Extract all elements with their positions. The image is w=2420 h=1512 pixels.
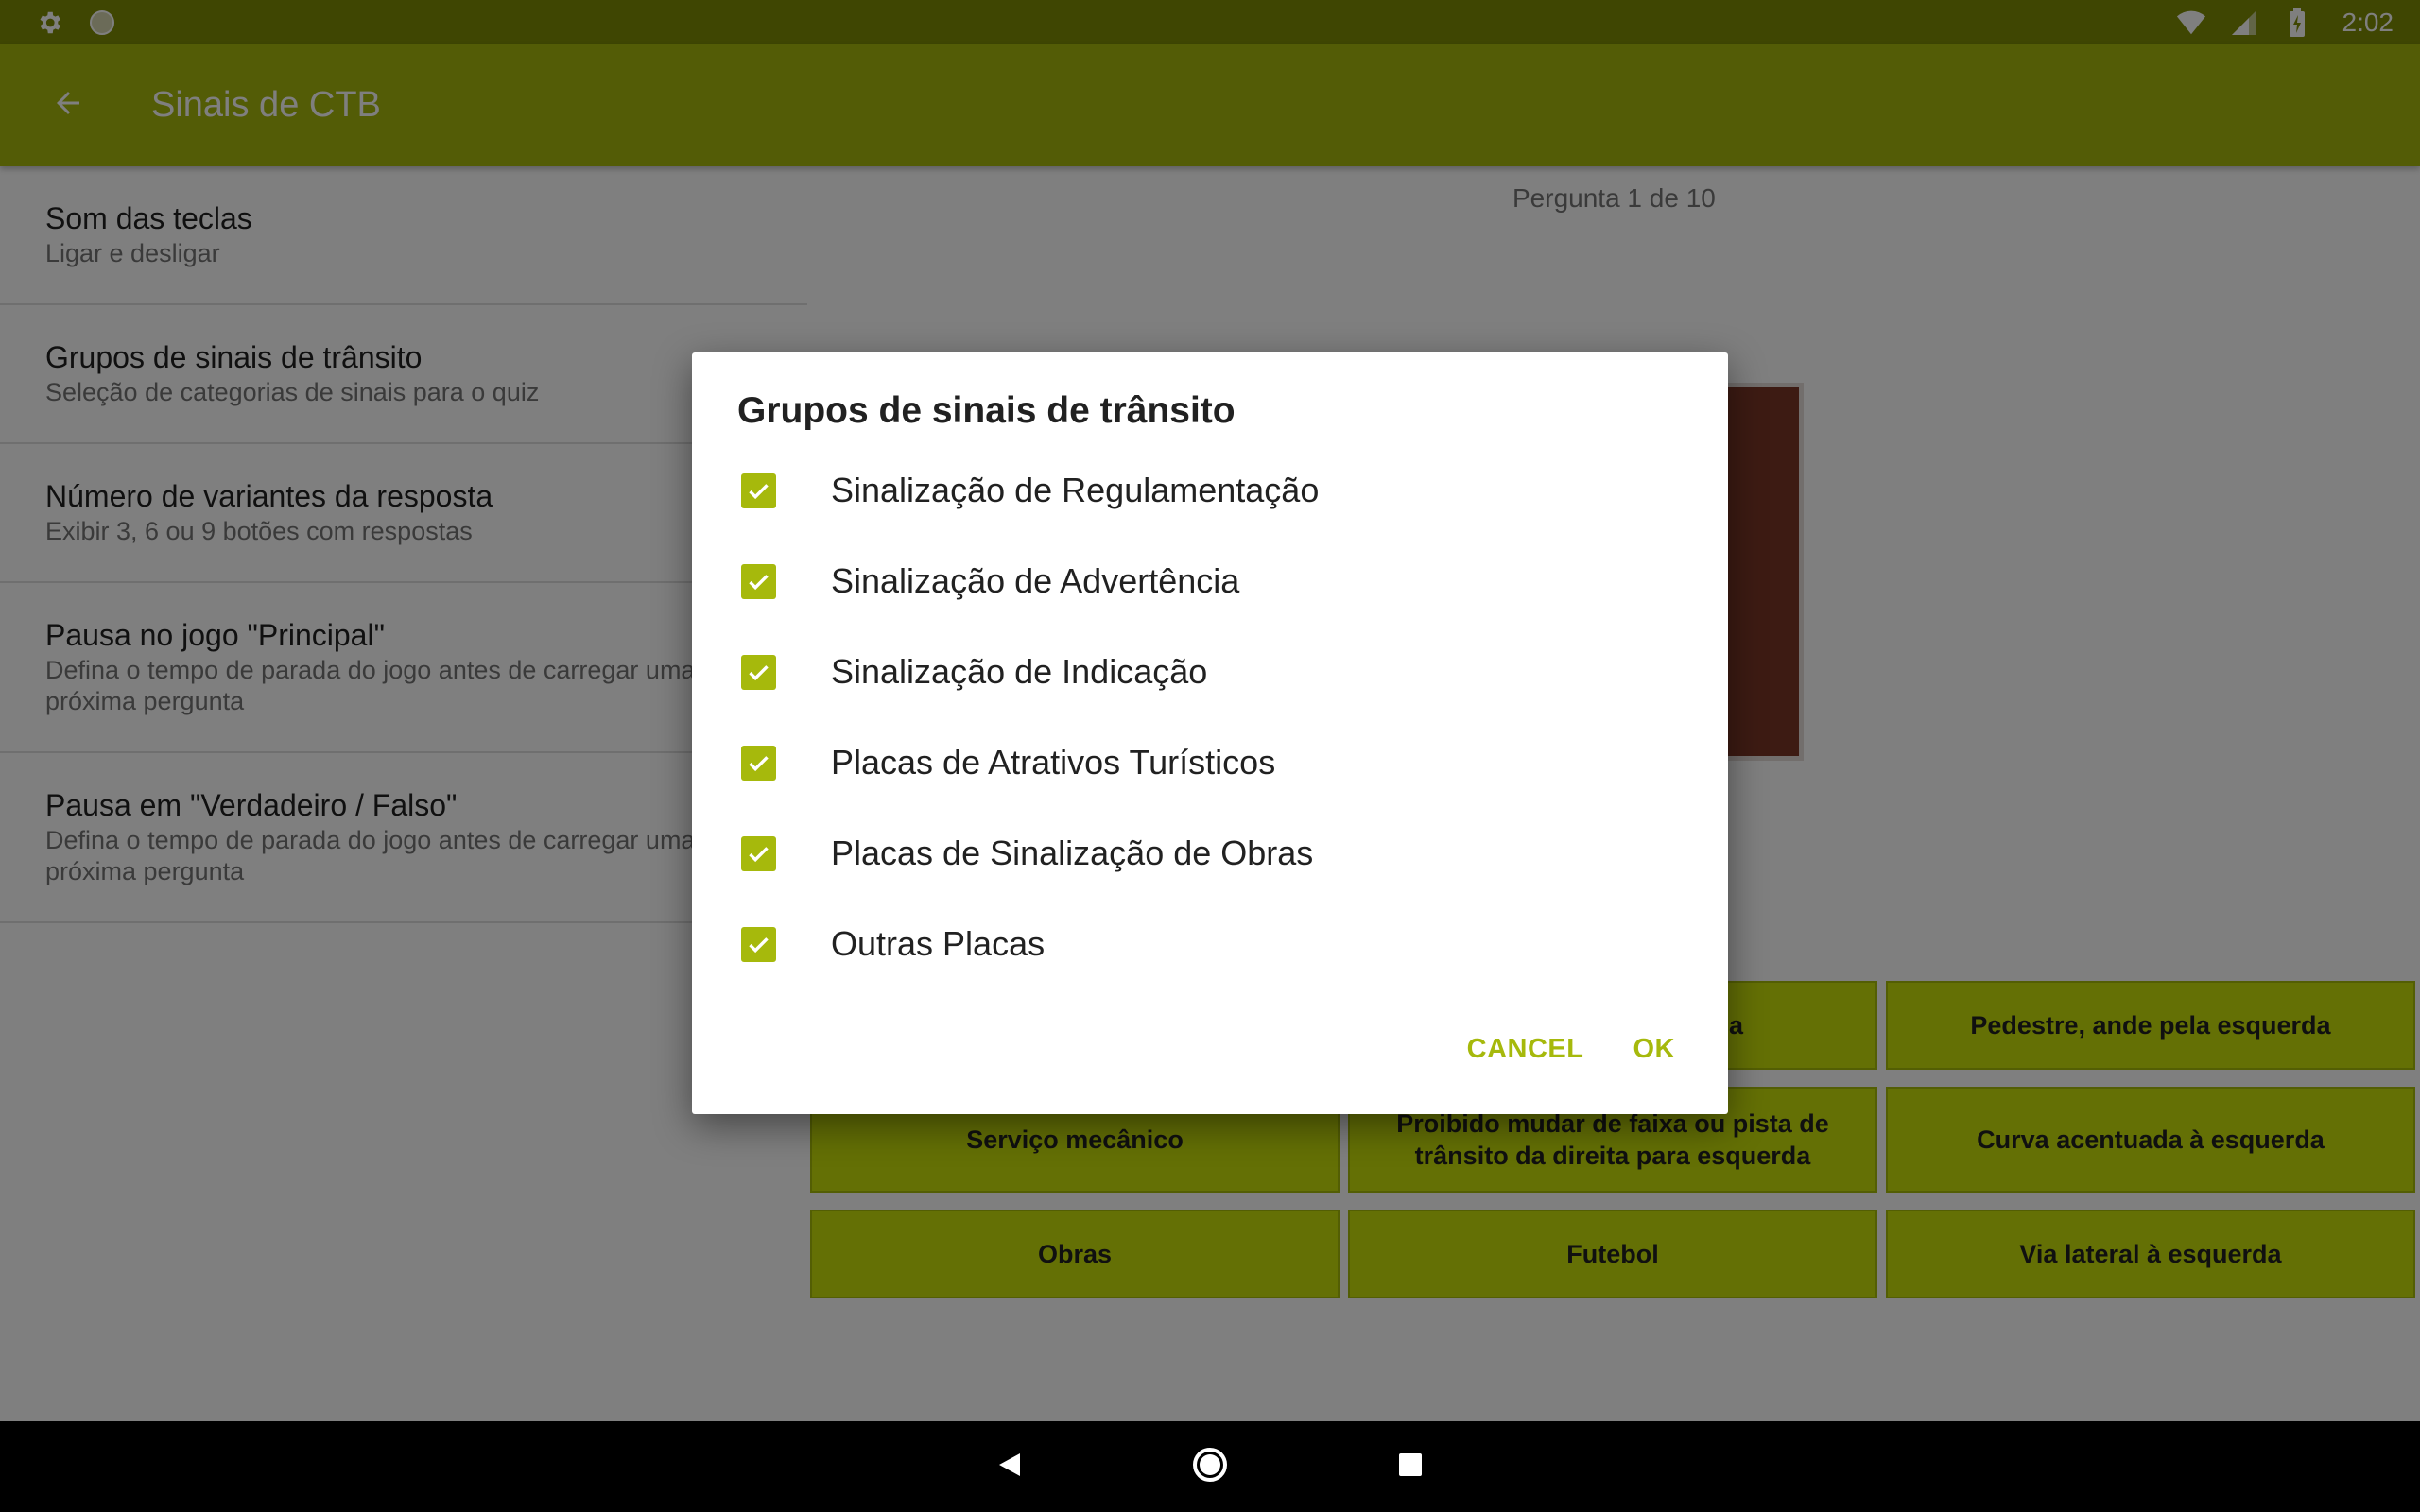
option-outras-placas[interactable]: Outras Placas	[692, 899, 1728, 989]
checkbox-checked-icon[interactable]	[741, 926, 776, 962]
sign-groups-dialog: Grupos de sinais de trânsito Sinalização…	[692, 352, 1728, 1114]
nav-recents-button[interactable]	[1382, 1438, 1439, 1495]
home-circle-icon	[1191, 1446, 1229, 1488]
navigation-bar	[0, 1421, 2420, 1512]
checkbox-checked-icon[interactable]	[741, 472, 776, 508]
checkbox-checked-icon[interactable]	[741, 745, 776, 781]
screen: 2:02 Sinais de CTB Som das teclas Ligar …	[0, 0, 2420, 1512]
dialog-title: Grupos de sinais de trânsito	[737, 390, 1236, 431]
back-triangle-icon	[995, 1451, 1024, 1484]
option-label: Outras Placas	[831, 924, 1046, 963]
cancel-button[interactable]: CANCEL	[1448, 1017, 1603, 1082]
option-label: Sinalização de Regulamentação	[831, 471, 1320, 509]
option-advertencia[interactable]: Sinalização de Advertência	[692, 536, 1728, 627]
nav-back-button[interactable]	[981, 1438, 1038, 1495]
option-regulamentacao[interactable]: Sinalização de Regulamentação	[692, 445, 1728, 536]
option-label: Sinalização de Indicação	[831, 652, 1208, 691]
dialog-actions: CANCEL OK	[1448, 1017, 1694, 1082]
checkbox-checked-icon[interactable]	[741, 563, 776, 599]
ok-button[interactable]: OK	[1615, 1017, 1695, 1082]
option-label: Placas de Atrativos Turísticos	[831, 743, 1276, 782]
option-label: Placas de Sinalização de Obras	[831, 833, 1314, 872]
option-label: Sinalização de Advertência	[831, 561, 1240, 600]
nav-home-button[interactable]	[1182, 1438, 1238, 1495]
recents-square-icon	[1397, 1452, 1424, 1483]
dialog-options: Sinalização de Regulamentação Sinalizaçã…	[692, 445, 1728, 989]
checkbox-checked-icon[interactable]	[741, 654, 776, 690]
option-sinalizacao-obras[interactable]: Placas de Sinalização de Obras	[692, 808, 1728, 899]
option-indicacao[interactable]: Sinalização de Indicação	[692, 627, 1728, 717]
option-atrativos-turisticos[interactable]: Placas de Atrativos Turísticos	[692, 717, 1728, 808]
checkbox-checked-icon[interactable]	[741, 835, 776, 871]
